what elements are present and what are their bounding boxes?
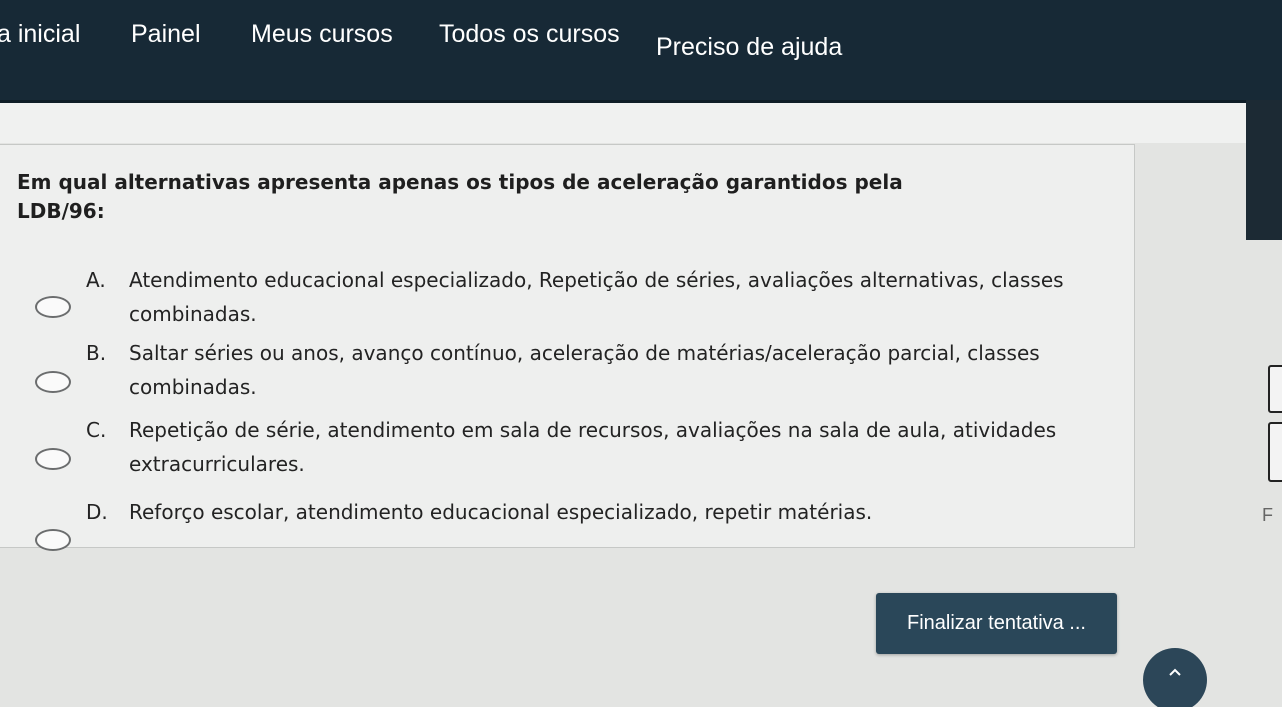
option-letter: C. <box>86 418 107 442</box>
radio-unchecked-icon[interactable] <box>35 448 71 470</box>
finish-attempt-button[interactable]: Finalizar tentativa ... <box>876 593 1117 654</box>
radio-unchecked-icon[interactable] <box>35 371 71 393</box>
scroll-to-top-button[interactable] <box>1143 648 1207 707</box>
chevron-up-icon <box>1169 668 1181 676</box>
option-d[interactable]: D. Reforço escolar, atendimento educacio… <box>0 497 1150 567</box>
nav-meus-cursos-link[interactable]: Meus cursos <box>251 20 393 49</box>
option-b[interactable]: B. Saltar séries ou anos, avanço contínu… <box>0 341 1150 411</box>
option-a[interactable]: A. Atendimento educacional especializado… <box>0 268 1150 338</box>
nav-home-link[interactable]: a inicial <box>0 20 80 49</box>
side-panel-edge <box>1246 100 1282 240</box>
nav-preciso-ajuda-link[interactable]: Preciso de ajuda <box>656 33 842 62</box>
option-letter: B. <box>86 341 107 365</box>
question-text: Em qual alternativas apresenta apenas os… <box>17 170 903 223</box>
option-text: Reforço escolar, atendimento educacional… <box>129 500 873 524</box>
radio-unchecked-icon[interactable] <box>35 296 71 318</box>
option-text: Saltar séries ou anos, avanço contínuo, … <box>129 341 1040 399</box>
nav-block-partial[interactable] <box>1268 365 1282 413</box>
nav-block-partial[interactable] <box>1268 422 1282 482</box>
option-text: Atendimento educacional especializado, R… <box>129 268 1064 326</box>
side-label-partial: F <box>1262 505 1273 525</box>
top-navbar: a inicial Painel Meus cursos Todos os cu… <box>0 0 1282 103</box>
option-letter: D. <box>86 500 108 524</box>
option-text: Repetição de série, atendimento em sala … <box>129 418 1057 476</box>
radio-unchecked-icon[interactable] <box>35 529 71 551</box>
option-c[interactable]: C. Repetição de série, atendimento em sa… <box>0 418 1150 488</box>
nav-todos-cursos-link[interactable]: Todos os cursos <box>439 20 620 49</box>
quiz-page: a inicial Painel Meus cursos Todos os cu… <box>0 0 1282 707</box>
option-letter: A. <box>86 268 106 292</box>
nav-painel-link[interactable]: Painel <box>131 20 201 49</box>
content-header-band <box>0 103 1246 143</box>
